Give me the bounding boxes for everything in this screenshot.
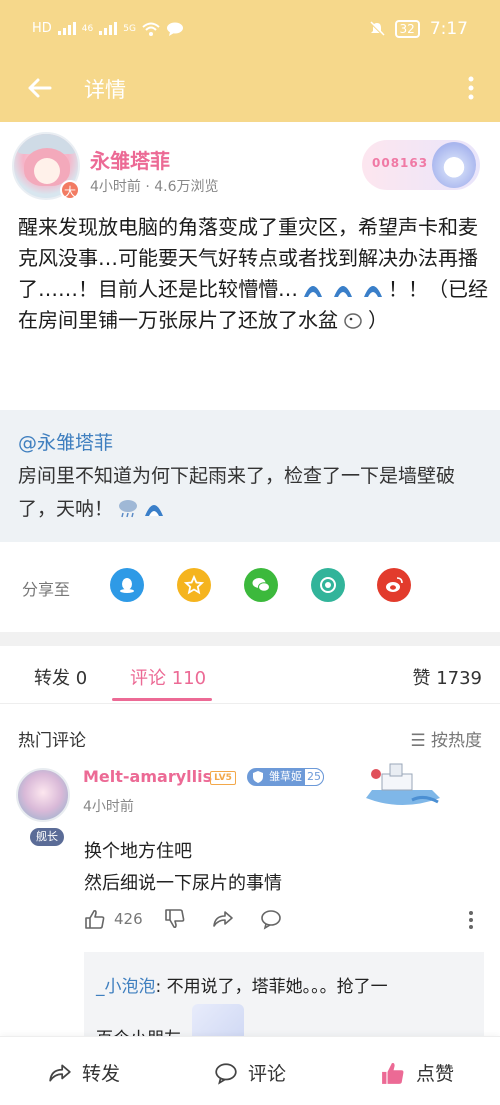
fan-card-character: [432, 142, 476, 188]
tab-repost[interactable]: 转发 0: [34, 664, 87, 690]
reply-line: _小泡泡: 不用说了，塔菲她。。。抢了一: [96, 972, 388, 997]
like-label: 点赞: [416, 1063, 455, 1085]
weibo-icon: [386, 577, 403, 592]
shark-emoji-icon: [304, 286, 322, 297]
status-bar: HD 46 5G 32 7:17: [0, 0, 500, 60]
thumb-up-filled-icon: [382, 1062, 404, 1084]
share-row: 分享至: [0, 556, 500, 618]
commenter-name[interactable]: Melt-amaryllis: [83, 767, 212, 786]
qzone-icon: [184, 575, 204, 595]
post-meta: 4小时前 · 4.6万浏览: [90, 179, 219, 195]
user-level-badge: LV5: [210, 771, 236, 785]
quoted-post[interactable]: @永雏塔菲 房间里不知道为何下起雨来了，检查了一下是墙壁破了，天呐！: [0, 410, 500, 542]
section-divider: [0, 632, 500, 646]
repost-label: 转发: [82, 1063, 121, 1085]
thumb-up-icon: [85, 909, 105, 929]
commenter-avatar[interactable]: [16, 768, 70, 822]
comment-bubble-icon: [261, 910, 281, 930]
post-text-3: ）: [368, 308, 388, 332]
page-title: 详情: [84, 78, 126, 102]
app-header: 详情: [0, 60, 500, 122]
comment-like-count: 426: [114, 910, 143, 928]
active-tab-indicator: [112, 698, 212, 701]
tab-likes[interactable]: 赞 1739: [412, 664, 482, 690]
shark-emoji-icon: [145, 505, 164, 516]
comment-line-1: 换个地方住吧: [84, 841, 192, 862]
like-button[interactable]: 点赞: [380, 1059, 454, 1086]
comment-time: 4小时前: [83, 799, 134, 815]
hot-comments-title: 热门评论: [18, 731, 86, 751]
rain-cloud-emoji-icon: [119, 500, 138, 518]
bottom-action-bar: 转发 评论 点赞: [0, 1036, 500, 1105]
tab-comments[interactable]: 评论 110: [130, 664, 206, 690]
share-qzone-button[interactable]: [177, 568, 211, 602]
comment-actions: 426: [84, 908, 488, 936]
comment-bubble-icon: [215, 1062, 237, 1085]
comment-body: 换个地方住吧 然后细说一下尿片的事情: [84, 836, 282, 900]
wechat-icon: [252, 578, 270, 592]
wifi-icon: [142, 22, 160, 36]
medal-level: 25: [304, 768, 324, 786]
share-qq-button[interactable]: [110, 568, 144, 602]
mute-bell-icon: [368, 21, 385, 37]
shark-emoji-icon: [364, 286, 382, 297]
detail-tabs: 转发 0 评论 110 赞 1739: [0, 646, 500, 704]
quote-text: 房间里不知道为何下起雨来了，检查了一下是墙壁破了，天呐！: [18, 465, 456, 520]
qq-icon: [120, 578, 134, 593]
quote-mention[interactable]: @永雏塔菲: [18, 428, 113, 455]
hd-indicator: HD: [32, 21, 52, 36]
shark-emoji-icon: [334, 286, 352, 297]
moments-icon: [320, 577, 336, 593]
signal-icon: [57, 22, 76, 35]
message-icon: [166, 22, 183, 36]
comment-dislike-button[interactable]: [164, 908, 186, 930]
medal-shield-icon: [253, 771, 263, 783]
share-weibo-button[interactable]: [377, 568, 411, 602]
share-arrow-icon: [213, 911, 233, 927]
signal-icon-2: [99, 22, 118, 35]
share-label: 分享至: [22, 580, 71, 599]
avatar-badge: 大: [60, 180, 80, 200]
comment-line-2: 然后细说一下尿片的事情: [84, 873, 282, 894]
network-type-2: 5G: [123, 23, 136, 34]
author-name[interactable]: 永雏塔菲: [90, 145, 170, 174]
captain-badge: 舰长: [30, 828, 64, 846]
share-moments-button[interactable]: [311, 568, 345, 602]
fan-medal[interactable]: 雏草姬 25: [247, 768, 324, 786]
battery-indicator: 32: [394, 20, 420, 38]
reply-user[interactable]: _小泡泡: [96, 977, 156, 997]
repost-button[interactable]: 转发: [48, 1059, 120, 1086]
comment-reply-button[interactable]: [260, 908, 282, 930]
thumb-down-icon: [165, 909, 185, 929]
back-arrow-icon[interactable]: [24, 72, 56, 104]
network-indicators: HD 46 5G: [32, 21, 184, 36]
fan-card-number: 008163: [372, 156, 429, 170]
comment-more-icon[interactable]: [468, 910, 474, 930]
fan-card[interactable]: 008163: [362, 140, 480, 190]
avatar-face: [34, 158, 60, 184]
share-wechat-button[interactable]: [244, 568, 278, 602]
comment-share-button[interactable]: [212, 908, 234, 930]
reply-text: : 不用说了，塔菲她。。。抢了一: [155, 977, 388, 997]
post-content: 醒来发现放电脑的角落变成了重灾区，希望声卡和麦克风没事…可能要天气好转点或者找到…: [18, 212, 488, 336]
share-arrow-icon: [49, 1063, 71, 1082]
ship-decoration-icon: [366, 763, 440, 805]
comment-like-button[interactable]: 426: [84, 908, 143, 930]
top-bar: HD 46 5G 32 7:17 详情: [0, 0, 500, 122]
status-right: 32 7:17: [368, 19, 468, 39]
comment-button[interactable]: 评论: [214, 1059, 286, 1086]
clock: 7:17: [429, 19, 468, 39]
quote-text-block: 房间里不知道为何下起雨来了，检查了一下是墙壁破了，天呐！: [18, 460, 488, 526]
comment-label: 评论: [248, 1063, 287, 1085]
network-type: 46: [81, 23, 94, 34]
more-vertical-icon[interactable]: [466, 72, 476, 104]
sort-by-hot-button[interactable]: ☰ 按热度: [410, 726, 482, 751]
sea-creature-emoji-icon: [344, 313, 362, 329]
medal-name: 雏草姬: [269, 770, 302, 783]
